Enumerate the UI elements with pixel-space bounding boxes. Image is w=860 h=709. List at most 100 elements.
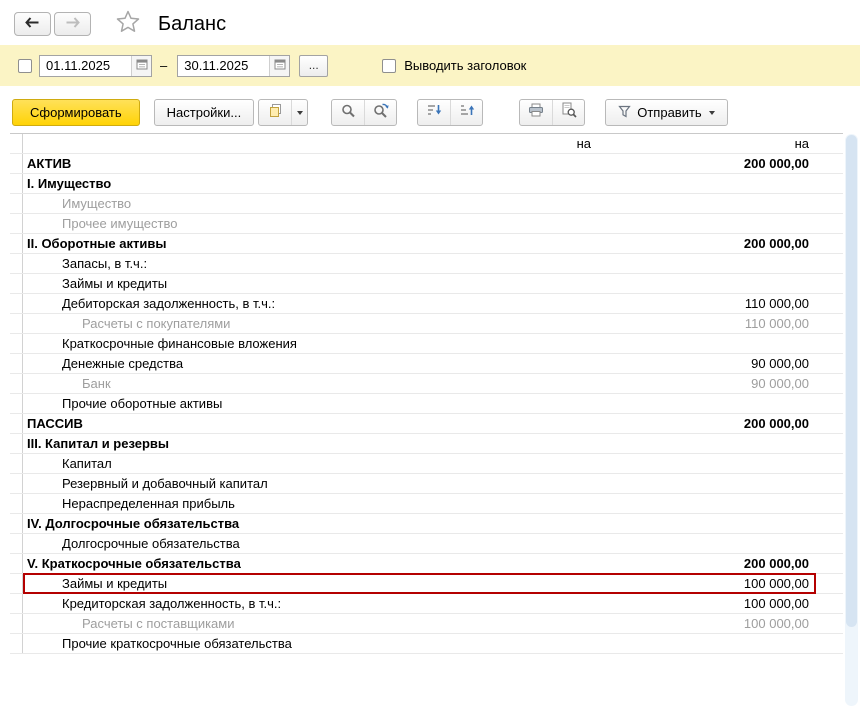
collapse-groups-button[interactable] — [418, 100, 450, 125]
row-label: Долгосрочные обязательства — [62, 536, 240, 551]
table-row[interactable]: АКТИВ 200 000,00 — [10, 154, 843, 174]
print-button[interactable] — [520, 100, 552, 125]
calendar-icon — [136, 57, 148, 75]
row-value-period1 — [367, 394, 597, 413]
table-row[interactable]: Дебиторская задолженность, в т.ч.: 110 0… — [10, 294, 843, 314]
chevron-down-icon — [709, 111, 715, 115]
table-row[interactable]: Запасы, в т.ч.: — [10, 254, 843, 274]
generate-button[interactable]: Сформировать — [12, 99, 140, 126]
table-row[interactable]: Прочие оборотные активы — [10, 394, 843, 414]
table-row[interactable]: ПАССИВ 200 000,00 — [10, 414, 843, 434]
send-button[interactable]: Отправить — [605, 99, 727, 126]
send-button-label: Отправить — [637, 105, 701, 120]
row-gutter — [10, 494, 23, 513]
row-label: Банк — [82, 376, 111, 391]
table-row[interactable]: Денежные средства 90 000,00 — [10, 354, 843, 374]
forward-button[interactable] — [54, 12, 91, 36]
row-value-period1 — [367, 254, 597, 273]
back-button[interactable] — [14, 12, 51, 36]
row-value-period1 — [367, 494, 597, 513]
table-row[interactable]: Имущество — [10, 194, 843, 214]
table-row[interactable]: Капитал — [10, 454, 843, 474]
row-gutter — [10, 594, 23, 613]
show-title-checkbox[interactable] — [382, 59, 396, 73]
row-value-period1 — [367, 554, 597, 573]
period-checkbox[interactable] — [18, 59, 32, 73]
settings-button[interactable]: Настройки... — [154, 99, 255, 126]
row-value-period1 — [367, 234, 597, 253]
table-row[interactable]: Нераспределенная прибыль — [10, 494, 843, 514]
table-row[interactable]: Расчеты с покупателями 110 000,00 — [10, 314, 843, 334]
period-from-input[interactable] — [40, 56, 131, 76]
row-value — [597, 194, 815, 213]
list-collapse-icon — [426, 103, 442, 122]
table-row[interactable]: Банк 90 000,00 — [10, 374, 843, 394]
row-label: Имущество — [62, 196, 131, 211]
search-button[interactable] — [332, 100, 364, 125]
table-row[interactable]: Долгосрочные обязательства — [10, 534, 843, 554]
row-gutter — [10, 174, 23, 193]
row-value — [597, 514, 815, 533]
row-value — [597, 214, 815, 233]
row-value: 100 000,00 — [597, 614, 815, 633]
row-label: Расчеты с поставщиками — [82, 616, 235, 631]
table-row[interactable]: Займы и кредиты 100 000,00 — [10, 574, 843, 594]
row-gutter — [10, 514, 23, 533]
row-value-period1 — [367, 574, 597, 593]
table-row[interactable]: IV. Долгосрочные обязательства — [10, 514, 843, 534]
table-row[interactable]: Расчеты с поставщиками 100 000,00 — [10, 614, 843, 634]
row-label: Дебиторская задолженность, в т.ч.: — [62, 296, 275, 311]
search-icon — [341, 103, 356, 123]
table-row[interactable]: III. Капитал и резервы — [10, 434, 843, 454]
row-label: Займы и кредиты — [62, 276, 167, 291]
table-row[interactable]: Кредиторская задолженность, в т.ч.: 100 … — [10, 594, 843, 614]
row-value-period1 — [367, 534, 597, 553]
row-gutter — [10, 414, 23, 433]
print-preview-button[interactable] — [552, 100, 584, 125]
row-value — [597, 454, 815, 473]
row-value-period1 — [367, 274, 597, 293]
calendar-button-from[interactable] — [131, 56, 151, 76]
report-header-row[interactable]: на на — [10, 134, 843, 154]
copy-document-icon — [268, 103, 283, 123]
row-label: IV. Долгосрочные обязательства — [27, 516, 239, 531]
row-gutter — [10, 534, 23, 553]
table-row[interactable]: Прочее имущество — [10, 214, 843, 234]
row-value-period1 — [367, 594, 597, 613]
row-value — [597, 274, 815, 293]
table-row[interactable]: V. Краткосрочные обязательства 200 000,0… — [10, 554, 843, 574]
period-more-button[interactable]: ... — [299, 55, 328, 77]
report-variant-dropdown[interactable] — [291, 100, 307, 125]
title-bar: Баланс — [0, 0, 860, 42]
period-to-input[interactable] — [178, 56, 269, 76]
row-value-period1 — [367, 334, 597, 353]
row-label: Расчеты с покупателями — [82, 316, 230, 331]
table-row[interactable]: Займы и кредиты — [10, 274, 843, 294]
row-label: ПАССИВ — [27, 416, 83, 431]
table-row[interactable]: II. Оборотные активы 200 000,00 — [10, 234, 843, 254]
table-row[interactable]: I. Имущество — [10, 174, 843, 194]
vertical-scrollbar[interactable] — [845, 134, 858, 706]
row-label: II. Оборотные активы — [27, 236, 166, 251]
show-title-option: Выводить заголовок — [382, 58, 526, 73]
calendar-icon — [274, 57, 286, 75]
row-gutter — [10, 554, 23, 573]
table-row[interactable]: Прочие краткосрочные обязательства — [10, 634, 843, 654]
row-value — [597, 534, 815, 553]
row-gutter — [10, 474, 23, 493]
row-gutter — [10, 454, 23, 473]
show-title-label: Выводить заголовок — [404, 58, 526, 73]
expand-groups-button[interactable] — [450, 100, 482, 125]
row-label: Капитал — [62, 456, 112, 471]
favorite-star-button[interactable] — [116, 10, 140, 38]
row-gutter — [10, 194, 23, 213]
report-toolbar: Сформировать Настройки... — [0, 86, 860, 130]
report-variant-button[interactable] — [259, 100, 291, 125]
cancel-search-button[interactable] — [364, 100, 396, 125]
table-row[interactable]: Резервный и добавочный капитал — [10, 474, 843, 494]
row-label: Денежные средства — [62, 356, 183, 371]
calendar-button-to[interactable] — [269, 56, 289, 76]
table-row[interactable]: Краткосрочные финансовые вложения — [10, 334, 843, 354]
row-value-period1 — [367, 214, 597, 233]
scrollbar-thumb[interactable] — [846, 135, 857, 627]
